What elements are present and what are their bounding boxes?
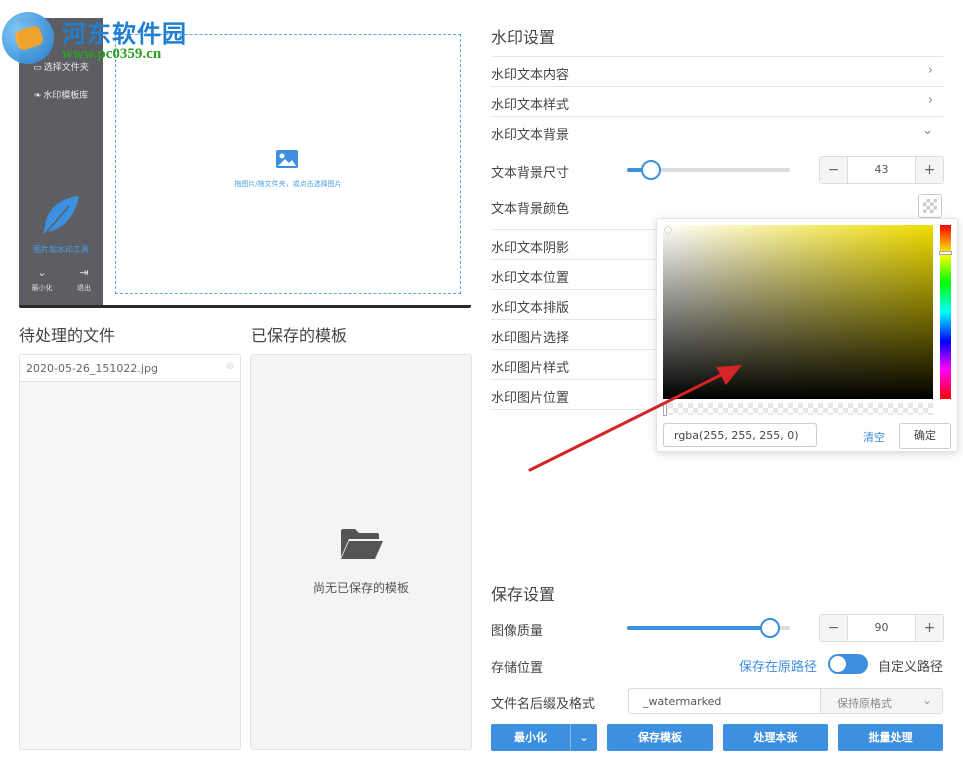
quality-stepper[interactable]: − 90 + [819, 614, 944, 642]
quality-label: 图像质量 [491, 624, 544, 639]
folder-icon: ▭ [33, 63, 42, 73]
bg-size-label: 文本背景尺寸 [491, 166, 570, 181]
feather-icon [43, 196, 79, 235]
bg-size-stepper[interactable]: − 43 + [819, 156, 944, 184]
watermark-settings-heading: 水印设置 [491, 28, 556, 47]
app-name: 图片加水印工具 [33, 245, 89, 254]
original-path-option[interactable]: 保存在原路径 [739, 656, 817, 675]
hue-thumb[interactable] [939, 251, 952, 255]
saved-templates-heading: 已保存的模板 [251, 326, 348, 345]
chevron-right-icon: › [927, 93, 933, 108]
watermark-title: 河东软件园 [62, 19, 187, 48]
slider-handle[interactable] [641, 160, 662, 180]
sv-cursor[interactable] [665, 227, 671, 233]
exit-button[interactable]: ⇥ 退出 [69, 266, 99, 293]
file-row[interactable]: 2020-05-26_151022.jpg ⊗ [20, 355, 240, 382]
setting-text-background[interactable]: 水印文本背景 ⌄ [491, 117, 943, 147]
watermark-logo-icon [2, 12, 54, 64]
chevron-right-icon: › [927, 63, 933, 78]
slider-fill [627, 626, 771, 630]
confirm-button[interactable]: 确定 [899, 423, 951, 449]
file-name: 2020-05-26_151022.jpg [26, 362, 158, 375]
custom-path-option[interactable]: 自定义路径 [878, 656, 943, 675]
batch-process-button[interactable]: 批量处理 [838, 724, 943, 751]
setting-text-style[interactable]: 水印文本样式 › [491, 87, 943, 117]
color-swatch-button[interactable] [918, 194, 942, 218]
folder-open-icon [341, 529, 383, 559]
sidebar-item-templates[interactable]: ❧ 水印模板库 [19, 88, 103, 101]
leaf-icon: ❧ [33, 91, 42, 101]
setting-text-content[interactable]: 水印文本内容 › [491, 57, 943, 87]
dropzone-hint: 拖图片/拖文件夹，或点击选择图片 [234, 180, 342, 188]
minimize-action-button[interactable]: 最小化 ⌄ [491, 724, 597, 751]
pending-files-heading: 待处理的文件 [19, 326, 116, 345]
suffix-label: 文件名后缀及格式 [491, 697, 596, 712]
double-chevron-down-icon: ⌄ [37, 266, 47, 279]
toggle-knob [830, 656, 846, 672]
suffix-input[interactable]: _watermarked [628, 688, 821, 714]
exit-icon: ⇥ [79, 266, 89, 279]
transparent-swatch [923, 199, 937, 213]
clear-button[interactable]: 清空 [863, 429, 885, 445]
path-toggle[interactable] [828, 654, 868, 674]
watermark-url: www.pc0359.cn [62, 46, 162, 62]
process-one-button[interactable]: 处理本张 [723, 724, 828, 751]
chevron-down-icon[interactable]: ⌄ [570, 724, 597, 751]
slider-handle[interactable] [760, 618, 781, 638]
save-settings-heading: 保存设置 [491, 585, 556, 604]
format-select[interactable]: 保持原格式 ⌄ [820, 688, 943, 714]
save-template-button[interactable]: 保存模板 [607, 724, 713, 751]
plus-button[interactable]: + [916, 157, 943, 183]
bg-size-slider[interactable] [627, 160, 790, 180]
bg-color-label: 文本背景颜色 [491, 202, 570, 217]
chevron-down-icon: ⌄ [921, 693, 932, 707]
pending-file-list: 2020-05-26_151022.jpg ⊗ [19, 354, 241, 750]
sidebar-item-label: 水印模板库 [43, 91, 89, 101]
plus-button[interactable]: + [916, 615, 943, 641]
close-icon[interactable]: ⊗ [226, 361, 234, 372]
location-label: 存储位置 [491, 661, 544, 676]
sidebar-item-label: 选择文件夹 [43, 63, 89, 73]
chevron-down-icon: ⌄ [922, 123, 933, 138]
quality-value[interactable]: 90 [847, 615, 916, 641]
minimize-button[interactable]: ⌄ 最小化 [27, 266, 57, 293]
image-dropzone[interactable]: 拖图片/拖文件夹，或点击选择图片 [115, 34, 461, 294]
bg-size-value[interactable]: 43 [847, 157, 916, 183]
image-icon [276, 150, 298, 168]
minus-button[interactable]: − [820, 157, 847, 183]
hue-slider[interactable] [939, 225, 952, 399]
site-watermark: 河东软件园 www.pc0359.cn [0, 6, 210, 64]
quality-slider[interactable] [627, 618, 790, 638]
templates-empty-text: 尚无已保存的模板 [312, 581, 409, 595]
saved-templates-panel: 尚无已保存的模板 [250, 354, 472, 750]
minus-button[interactable]: − [820, 615, 847, 641]
annotation-arrow [528, 365, 742, 472]
